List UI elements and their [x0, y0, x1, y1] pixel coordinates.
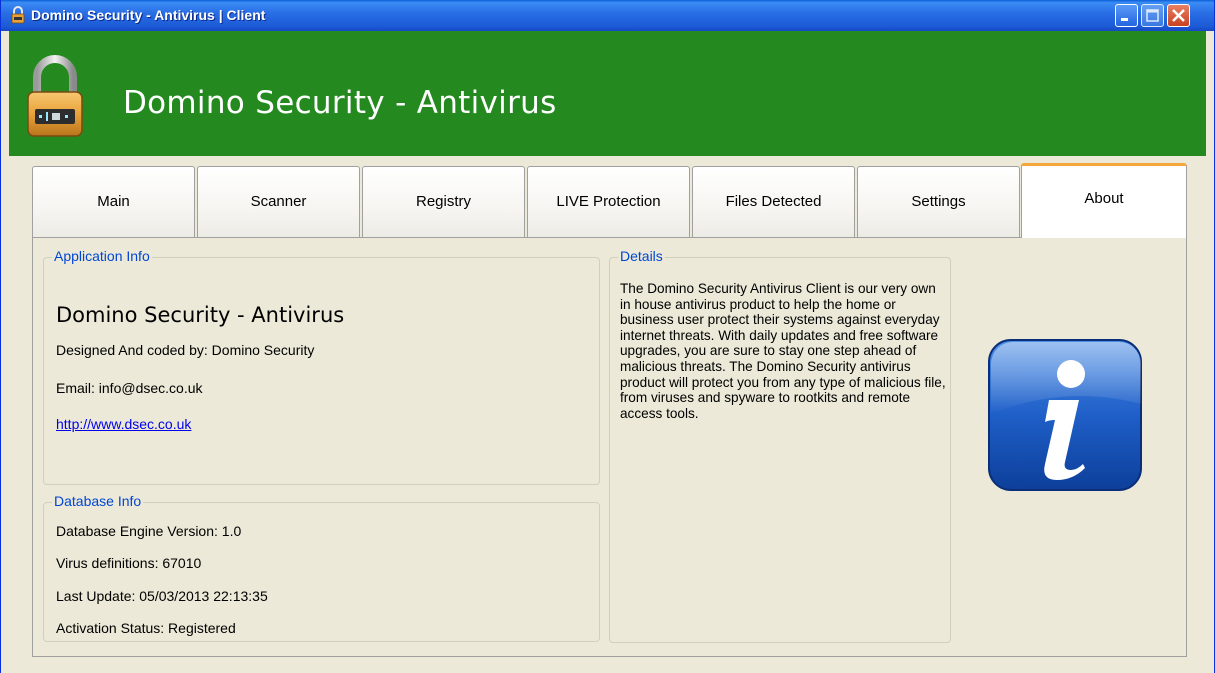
title-bar[interactable]: Domino Security - Antivirus | Client	[1, 0, 1214, 31]
tab-about[interactable]: About	[1021, 163, 1187, 238]
application-info-group: Application Info Domino Security - Antiv…	[43, 248, 600, 485]
tab-main[interactable]: Main	[32, 166, 195, 237]
details-text: The Domino Security Antivirus Client is …	[620, 281, 946, 421]
window-bottom	[1, 658, 1214, 673]
info-icon	[988, 339, 1142, 491]
last-update-label: Last Update: 05/03/2013 22:13:35	[56, 588, 268, 604]
virus-definitions-label: Virus definitions: 67010	[56, 555, 202, 571]
close-icon	[1172, 9, 1185, 22]
designed-by-label: Designed And coded by: Domino Security	[56, 342, 315, 358]
minimize-button[interactable]	[1115, 4, 1138, 27]
tab-files-detected[interactable]: Files Detected	[692, 166, 855, 237]
tab-live-protection[interactable]: LIVE Protection	[527, 166, 690, 237]
application-name: Domino Security - Antivirus	[56, 303, 345, 327]
banner-title: Domino Security - Antivirus	[123, 85, 557, 121]
padlock-icon	[27, 55, 83, 137]
email-label: Email: info@dsec.co.uk	[56, 380, 203, 396]
application-info-legend: Application Info	[52, 248, 152, 264]
details-legend: Details	[618, 248, 665, 264]
tab-settings[interactable]: Settings	[857, 166, 1020, 237]
lock-icon	[11, 6, 25, 24]
minimize-icon	[1121, 18, 1128, 21]
tab-scanner[interactable]: Scanner	[197, 166, 360, 237]
app-window: Domino Security - Antivirus | Client Dom…	[0, 0, 1215, 673]
maximize-icon	[1146, 9, 1159, 22]
header-banner: Domino Security - Antivirus	[9, 31, 1206, 156]
maximize-button[interactable]	[1141, 4, 1164, 27]
close-button[interactable]	[1167, 4, 1190, 27]
details-group: Details The Domino Security Antivirus Cl…	[609, 248, 951, 643]
activation-status-label: Activation Status: Registered	[56, 620, 236, 636]
database-info-legend: Database Info	[52, 493, 144, 509]
website-link[interactable]: http://www.dsec.co.uk	[56, 416, 191, 432]
window-title: Domino Security - Antivirus | Client	[31, 7, 266, 23]
tab-registry[interactable]: Registry	[362, 166, 525, 237]
engine-version-label: Database Engine Version: 1.0	[56, 523, 242, 539]
database-info-group: Database Info Database Engine Version: 1…	[43, 493, 600, 642]
